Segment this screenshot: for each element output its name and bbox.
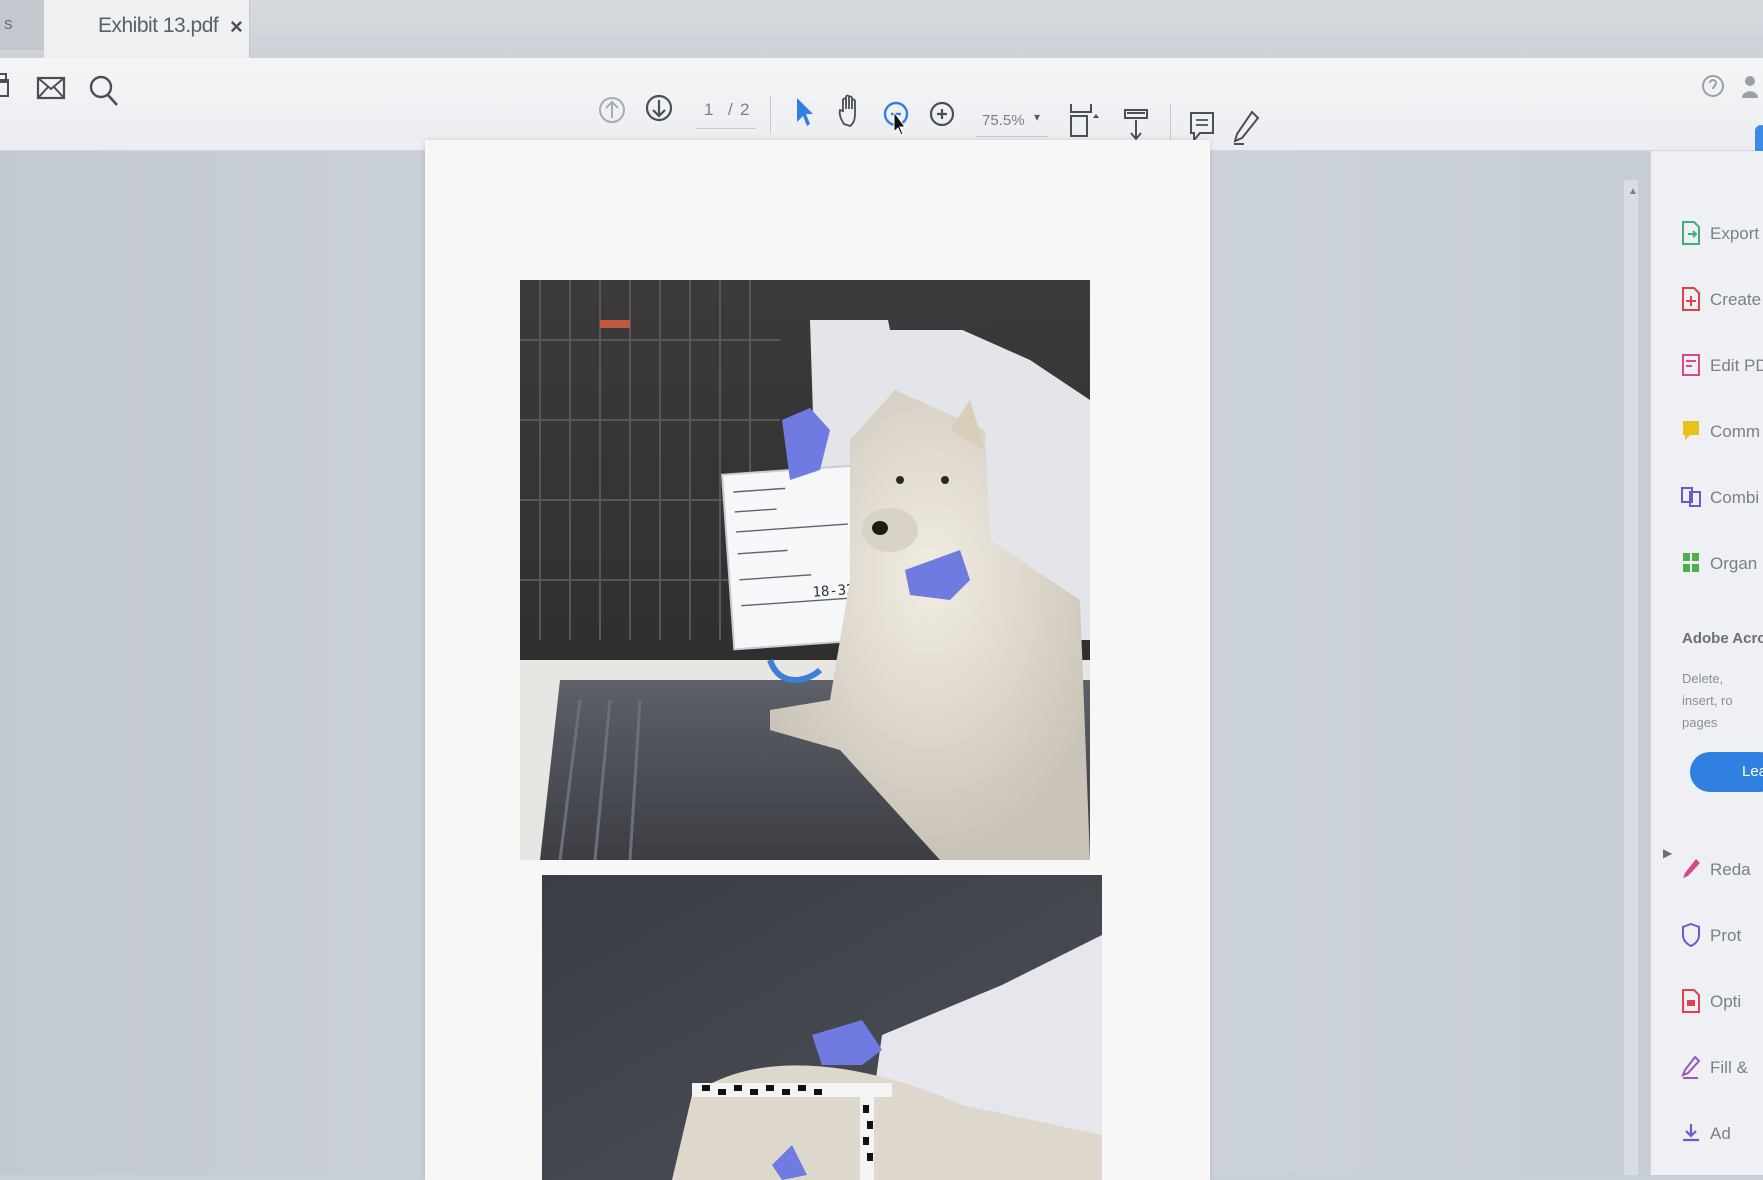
redact-icon — [1683, 859, 1700, 878]
hand-icon[interactable] — [836, 94, 866, 130]
organize-icon — [1683, 553, 1699, 572]
tool-optimize[interactable]: Opti — [1680, 980, 1763, 1020]
create-pdf-icon — [1682, 287, 1700, 311]
tool-label: Reda — [1710, 860, 1751, 879]
page-separator: / — [728, 100, 733, 119]
help-icon[interactable] — [1700, 72, 1726, 100]
tab-title: Exhibit 13.pdf — [98, 14, 219, 37]
toolbar-divider — [1170, 104, 1171, 142]
tab-close-icon[interactable]: × — [230, 14, 243, 40]
protect-icon — [1682, 922, 1700, 948]
export-pdf-icon — [1682, 221, 1700, 245]
comment-icon[interactable] — [1188, 110, 1216, 144]
tool-add[interactable]: Ad — [1680, 1112, 1763, 1152]
document-scrollbar[interactable] — [1624, 180, 1638, 1175]
photo-dog-with-ruler — [542, 875, 1102, 1180]
optimize-icon — [1682, 989, 1700, 1013]
pen-icon[interactable] — [1232, 110, 1260, 146]
search-icon[interactable] — [88, 74, 120, 108]
tool-fill-sign[interactable]: Fill & — [1680, 1046, 1763, 1086]
tool-export-pdf[interactable]: Export P — [1680, 212, 1763, 252]
tool-organize[interactable]: Organ — [1680, 542, 1763, 582]
collapse-panel-icon[interactable]: ▶ — [1663, 846, 1672, 860]
tool-label: Prot — [1710, 926, 1742, 945]
comment-tool-icon — [1683, 421, 1699, 440]
fit-page-icon[interactable] — [1068, 102, 1102, 140]
tool-comment[interactable]: Comm — [1680, 410, 1763, 450]
tool-label: Export P — [1710, 224, 1763, 243]
combine-icon — [1681, 487, 1701, 507]
tool-label: Organ — [1710, 554, 1758, 573]
email-icon[interactable] — [36, 74, 66, 102]
print-icon[interactable] — [0, 70, 14, 104]
tool-create-pdf[interactable]: Create F — [1680, 278, 1763, 318]
account-icon[interactable] — [1740, 72, 1760, 100]
tab-exhibit-13[interactable]: Exhibit 13.pdf × — [44, 0, 250, 58]
prev-page-icon[interactable] — [598, 94, 626, 126]
fill-sign-icon — [1681, 1055, 1701, 1079]
tool-combine[interactable]: Combi — [1680, 476, 1763, 516]
tool-label: Fill & — [1710, 1058, 1748, 1077]
zoom-dropdown-icon[interactable]: ▾ — [1034, 110, 1040, 124]
learn-more-button[interactable]: Lea — [1690, 752, 1763, 792]
page-total: 2 — [740, 100, 750, 119]
tool-label: Create F — [1710, 290, 1763, 309]
tool-label: Ad — [1710, 1124, 1731, 1143]
tool-label: Opti — [1710, 992, 1742, 1011]
zoom-in-icon[interactable] — [928, 100, 958, 130]
tool-redact[interactable]: Reda — [1680, 848, 1763, 888]
select-arrow-icon[interactable] — [794, 96, 814, 128]
scroll-mode-icon[interactable] — [1122, 108, 1152, 142]
pdf-page: 18-323 — [425, 140, 1210, 1180]
photo-dog-with-sign: 18-323 — [520, 280, 1090, 860]
zoom-value: 75.5% — [982, 112, 1025, 129]
learn-more-label: Lea — [1742, 763, 1763, 780]
zoom-out-icon[interactable] — [882, 100, 912, 138]
add-icon — [1683, 1124, 1699, 1142]
page-current: 1 — [704, 100, 714, 119]
tool-protect[interactable]: Prot — [1680, 914, 1763, 954]
next-page-icon[interactable] — [645, 92, 673, 124]
scroll-up-icon[interactable]: ▲ — [1628, 186, 1638, 197]
tool-edit-pdf[interactable]: Edit PDI — [1680, 344, 1763, 384]
tab-previous-label: s — [4, 14, 13, 33]
toolbar-divider — [770, 96, 771, 134]
edit-pdf-icon — [1682, 354, 1700, 376]
tool-label: Combi — [1710, 488, 1760, 507]
promo-description: Delete, insert, ro pages — [1682, 671, 1733, 730]
promo-heading: Adobe Acrob — [1682, 630, 1763, 647]
page-number-field[interactable]: 1 / 2 — [696, 94, 756, 129]
tool-label: Comm — [1710, 422, 1761, 441]
tab-previous[interactable]: s — [0, 0, 45, 50]
tab-bar: s Exhibit 13.pdf × — [0, 0, 1763, 67]
toolbar: 1 / 2 75.5% ▾ — [0, 58, 1763, 151]
tool-label: Edit PDI — [1710, 356, 1763, 375]
